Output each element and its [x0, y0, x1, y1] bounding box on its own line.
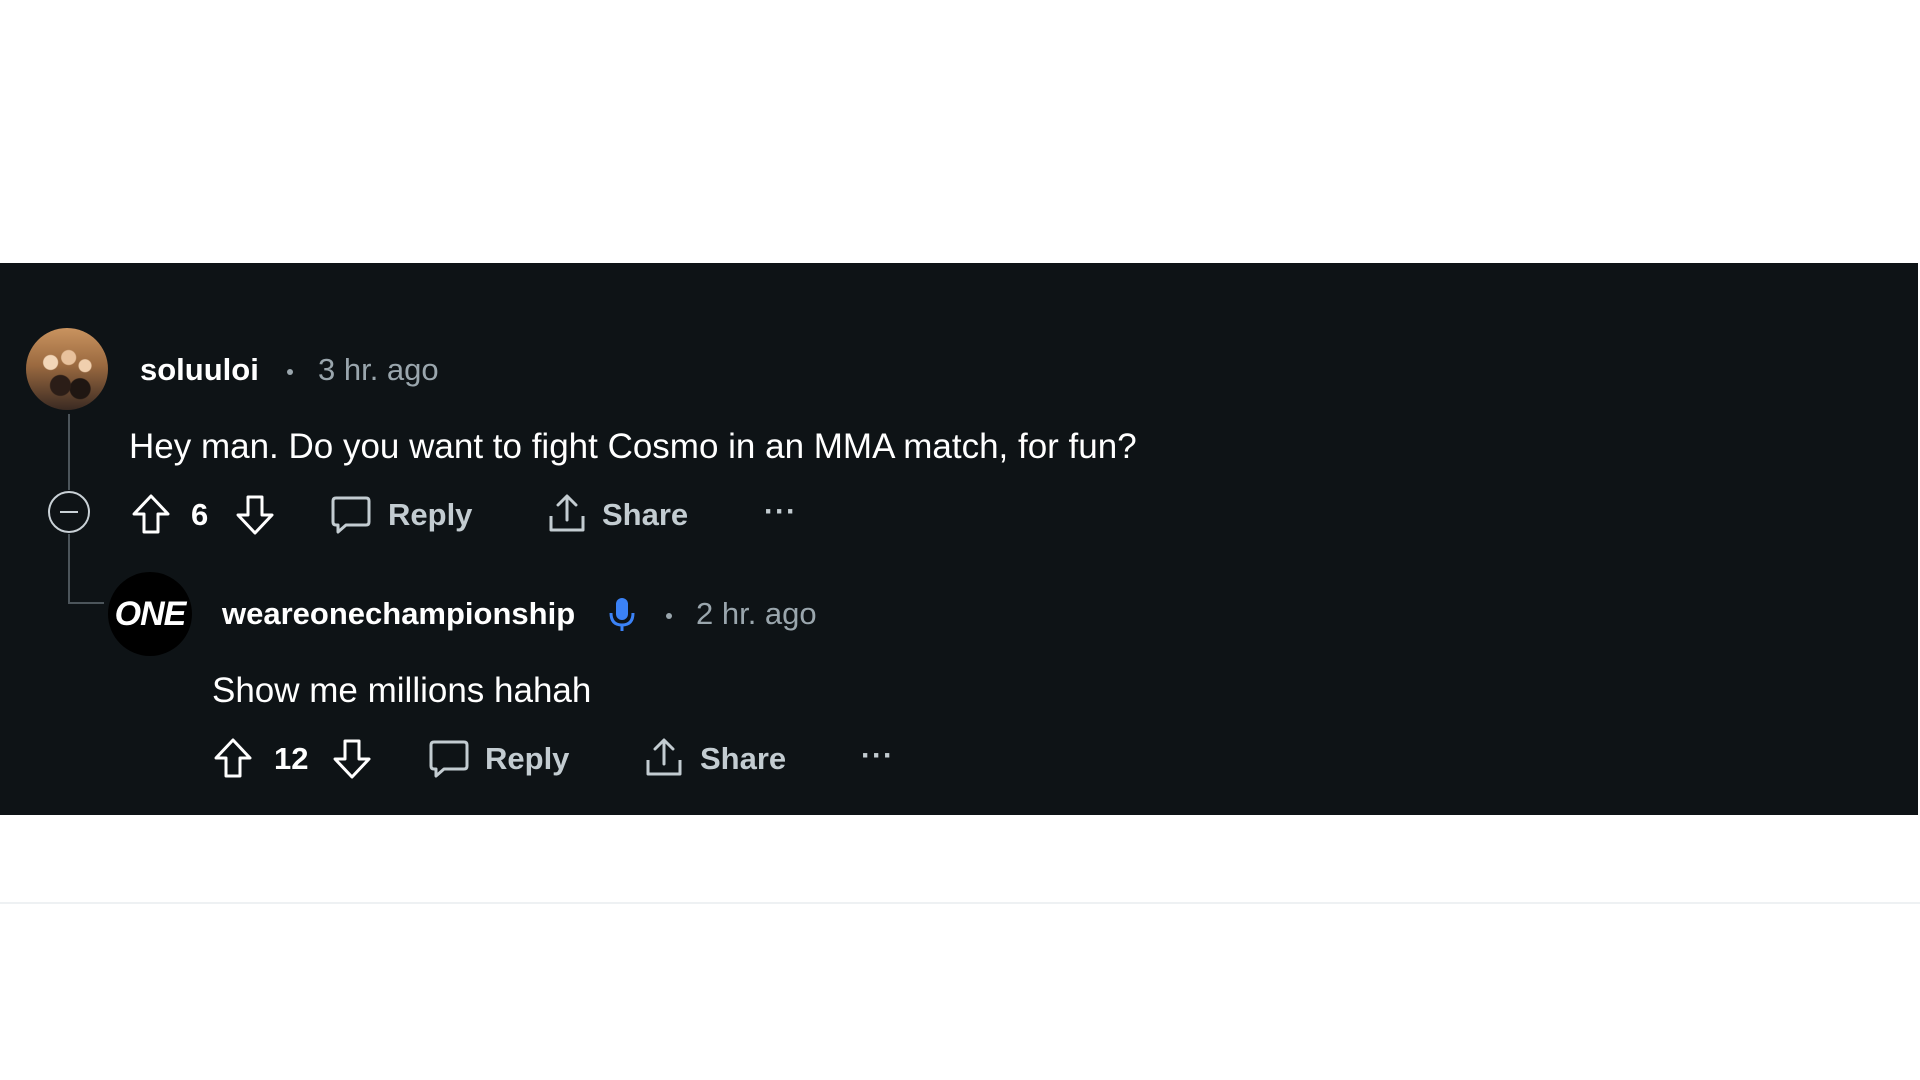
reply-button[interactable]: Reply: [388, 497, 472, 533]
upvote-icon[interactable]: [130, 492, 172, 536]
thread-line[interactable]: [68, 414, 70, 490]
microphone-icon: [609, 598, 635, 631]
share-button[interactable]: Share: [700, 741, 786, 777]
comment-icon[interactable]: [330, 492, 372, 536]
separator-dot: [287, 369, 293, 375]
separator-dot: [666, 613, 672, 619]
reply-button[interactable]: Reply: [485, 741, 569, 777]
vote-count: 12: [274, 741, 309, 776]
vote-count: 6: [191, 497, 209, 532]
comment-timestamp[interactable]: 2 hr. ago: [696, 596, 817, 632]
comment-body: Show me millions hahah: [212, 671, 592, 710]
upvote-icon[interactable]: [212, 736, 254, 780]
downvote-icon[interactable]: [331, 737, 373, 781]
comment-timestamp[interactable]: 3 hr. ago: [318, 352, 439, 388]
share-button[interactable]: Share: [602, 497, 688, 533]
minus-icon: [60, 510, 78, 514]
thread-line[interactable]: [68, 534, 70, 604]
thread-branch-line: [68, 602, 104, 604]
comment-author[interactable]: weareonechampionship: [222, 596, 575, 632]
collapse-thread-button[interactable]: [48, 491, 90, 533]
comment-icon[interactable]: [428, 736, 470, 780]
more-options-button[interactable]: ···: [861, 739, 894, 773]
divider: [0, 902, 1920, 904]
downvote-icon[interactable]: [234, 493, 276, 537]
avatar[interactable]: [26, 328, 108, 410]
share-icon[interactable]: [545, 492, 589, 536]
avatar[interactable]: ONE: [108, 572, 192, 656]
one-championship-logo: ONE: [114, 594, 187, 633]
more-options-button[interactable]: ···: [764, 495, 797, 529]
comment-author[interactable]: soluuloi: [140, 352, 259, 388]
comment-thread-panel: [0, 263, 1918, 815]
share-icon[interactable]: [642, 736, 686, 780]
comment-body: Hey man. Do you want to fight Cosmo in a…: [129, 427, 1137, 466]
